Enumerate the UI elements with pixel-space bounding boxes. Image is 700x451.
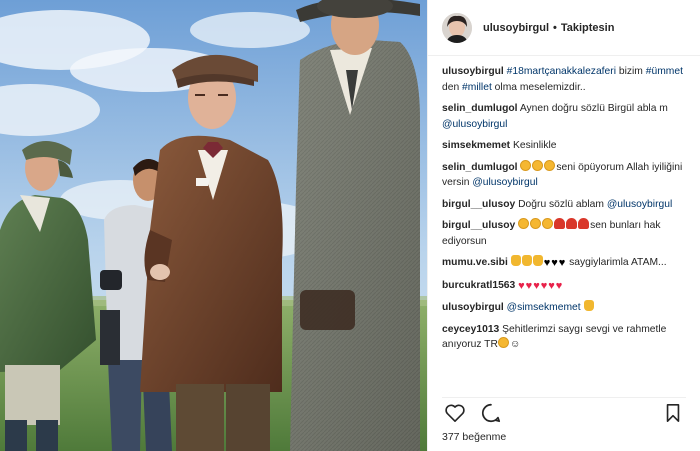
right-figure xyxy=(290,0,420,451)
heart-b-emoji-icon: ♥ xyxy=(558,257,566,269)
thumb-emoji-icon xyxy=(510,255,521,266)
comment-item: selin_dumlugol Aynen doğru sözlü Birgül … xyxy=(442,101,686,132)
comment-item: ulusoybirgul #18martçanakkalezaferi bizi… xyxy=(442,64,686,95)
comment-item: mumu.ve.sibi ♥♥♥ saygiylarimla ATAM... xyxy=(442,255,686,272)
face-emoji-icon xyxy=(542,218,554,229)
heart-r-emoji-icon: ♥ xyxy=(525,279,533,292)
comment-hashtag-link[interactable]: #millet xyxy=(462,82,492,93)
comment-text: olma meselemizdir.. xyxy=(491,81,586,93)
comment-username[interactable]: selin_dumlugol xyxy=(442,103,518,114)
face-emoji-icon xyxy=(530,218,542,229)
comment-hashtag-link[interactable]: @ulusoybirgul xyxy=(472,177,537,188)
face-emoji-icon xyxy=(532,159,544,171)
post-header: ulusoybirgul • Takiptesin xyxy=(428,0,700,56)
thumb-emoji-icon xyxy=(521,255,532,266)
comment-text: bizim xyxy=(616,66,646,77)
comment-hashtag-link[interactable]: @simsekmemet xyxy=(507,302,581,313)
comment-text: den xyxy=(442,81,463,93)
comment-item: burcukratl1563 ♥♥♥♥♥♥ xyxy=(442,278,686,295)
comment-item: selin_dumlugol seni öpüyorum Allah iyili… xyxy=(442,159,686,191)
heart-b-emoji-icon: ♥ xyxy=(551,257,558,269)
comment-bubble-icon[interactable] xyxy=(478,401,504,425)
thumb-emoji-icon xyxy=(532,255,543,266)
comments-list: ulusoybirgul #18martçanakkalezaferi bizi… xyxy=(442,64,686,390)
colorized-historical-photo xyxy=(0,0,427,451)
comment-hashtag-link[interactable]: @ulusoybirgul xyxy=(442,119,507,130)
post-photo[interactable] xyxy=(0,0,427,451)
comment-text: Doğru sözlü ablam xyxy=(518,198,607,210)
comment-username[interactable]: ulusoybirgul xyxy=(442,66,504,77)
comment-username[interactable]: burcukratl1563 xyxy=(442,280,515,291)
comment-text: Kesinlikle xyxy=(513,140,557,151)
action-bar xyxy=(442,397,686,427)
rose-emoji-icon xyxy=(578,218,590,229)
heart-r-emoji-icon: ♥ xyxy=(518,279,525,292)
comment-text: ☺ xyxy=(509,339,521,350)
instagram-post: ulusoybirgul • Takiptesin ulusoybirgul #… xyxy=(0,0,700,451)
heart-b-emoji-icon: ♥ xyxy=(543,257,551,269)
face-emoji-icon xyxy=(518,218,530,229)
comment-item: birgul__ulusoy Doğru sözlü ablam @ulusoy… xyxy=(442,197,686,213)
heart-r-emoji-icon: ♥ xyxy=(548,279,555,292)
comment-username[interactable]: birgul__ulusoy xyxy=(442,199,515,210)
bookmark-icon[interactable] xyxy=(660,401,686,425)
face-emoji-icon xyxy=(520,159,532,171)
post-side-panel: ulusoybirgul • Takiptesin ulusoybirgul #… xyxy=(427,0,700,451)
comment-text: Aynen doğru sözlü Birgül abla m xyxy=(519,103,668,114)
comment-hashtag-link[interactable]: #ümmet xyxy=(646,66,683,77)
heart-r-emoji-icon: ♥ xyxy=(533,279,540,292)
comment-hashtag-link[interactable]: #18martçanakkalezaferi xyxy=(507,66,616,77)
rose-emoji-icon xyxy=(566,218,578,229)
comment-item: simsekmemet Kesinlikle xyxy=(442,138,686,154)
comment-username[interactable]: birgul__ulusoy xyxy=(442,220,515,231)
follow-status-button[interactable]: Takiptesin xyxy=(561,22,615,34)
heart-r-emoji-icon: ♥ xyxy=(555,279,563,292)
likes-count[interactable]: 377 beğenme xyxy=(442,431,506,443)
comment-item: birgul__ulusoy sen bunları hak ediyorsun xyxy=(442,218,686,249)
comment-username[interactable]: mumu.ve.sibi xyxy=(442,257,508,268)
comment-item: ceycey1013 Şehitlerimzi saygı sevgi ve r… xyxy=(442,322,686,353)
thumb-emoji-icon xyxy=(583,300,594,311)
separator-dot: • xyxy=(553,21,557,34)
face-emoji-icon xyxy=(544,159,556,171)
heart-r-emoji-icon: ♥ xyxy=(540,279,548,292)
rose-emoji-icon xyxy=(554,218,566,229)
comment-username[interactable]: ceycey1013 xyxy=(442,324,499,335)
comment-username[interactable]: selin_dumlugol xyxy=(442,162,518,173)
comment-username[interactable]: simsekmemet xyxy=(442,140,510,151)
profile-photo-icon[interactable] xyxy=(442,12,472,43)
post-author-username[interactable]: ulusoybirgul xyxy=(483,22,549,34)
face-emoji-icon xyxy=(497,337,509,348)
comment-hashtag-link[interactable]: @ulusoybirgul xyxy=(607,199,672,210)
comment-text: saygiylarimla ATAM... xyxy=(566,257,667,268)
heart-outline-icon[interactable] xyxy=(442,401,468,425)
comment-username[interactable]: ulusoybirgul xyxy=(442,302,504,313)
comment-item: ulusoybirgul @simsekmemet xyxy=(442,300,686,316)
